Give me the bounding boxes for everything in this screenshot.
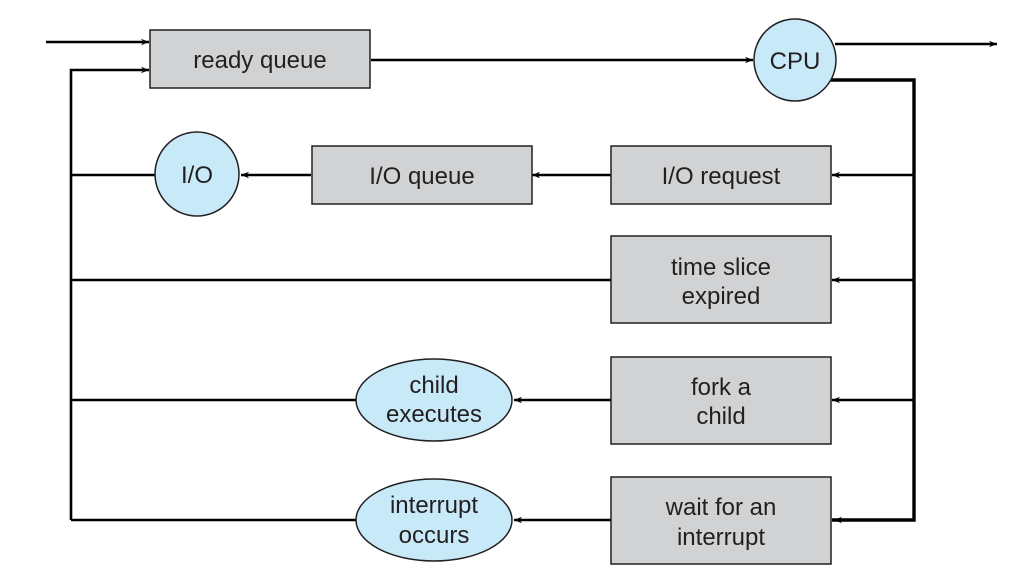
wait-label-line2: interrupt	[677, 524, 765, 551]
connectors	[46, 38, 997, 524]
process-scheduling-diagram: ready queue CPU I/O request I/O queue I/…	[46, 18, 997, 565]
fork-label-line1: fork a	[691, 374, 752, 401]
return-to-ready-arrow	[69, 66, 149, 520]
cpu-dispatch-bus	[830, 78, 916, 522]
wait-label-line1: wait for an	[665, 494, 777, 521]
ready-queue-label: ready queue	[193, 47, 326, 74]
io-queue-node: I/O queue	[311, 145, 533, 205]
interrupt-label-line2: occurs	[399, 522, 470, 549]
io-request-node: I/O request	[610, 145, 832, 205]
child-executes-node: child executes	[355, 358, 513, 442]
cpu-label: CPU	[770, 48, 821, 75]
time-slice-node: time slice expired	[610, 235, 832, 324]
child-exec-label-line1: child	[409, 372, 458, 399]
ready-queue-node: ready queue	[149, 29, 371, 89]
cpu-node: CPU	[753, 18, 837, 102]
time-slice-label-line1: time slice	[671, 254, 771, 281]
io-queue-label: I/O queue	[369, 163, 474, 190]
child-exec-label-line2: executes	[386, 401, 482, 428]
interrupt-occurs-node: interrupt occurs	[355, 478, 513, 562]
io-label: I/O	[181, 162, 213, 189]
fork-child-node: fork a child	[610, 356, 832, 445]
fork-label-line2: child	[696, 403, 745, 430]
interrupt-label-line1: interrupt	[390, 492, 478, 519]
io-node: I/O	[154, 131, 240, 217]
io-request-label: I/O request	[662, 163, 781, 190]
wait-interrupt-node: wait for an interrupt	[610, 476, 832, 565]
time-slice-label-line2: expired	[682, 283, 761, 310]
